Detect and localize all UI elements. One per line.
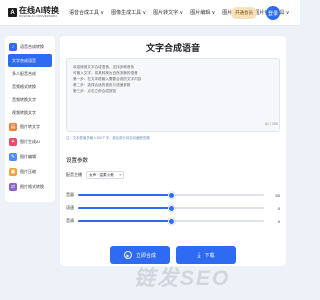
slider-handle[interactable] [167,191,175,199]
speed-slider[interactable] [78,204,264,212]
sidebar-item-ai-image[interactable]: ✦ 图片生成AI [5,134,55,149]
slider-label: 语速 [66,205,74,210]
format-icon: ⇄ [9,182,17,191]
nav-item-voice-tools[interactable]: 语音合成工具 ∨ [69,9,104,16]
page-title: 文字合成语音 [145,43,200,53]
nav-item-image-edit[interactable]: 图片编辑 ∨ [190,9,215,16]
voice-icon: ♪ [9,43,17,51]
main-nav: 语音合成工具 ∨ 图像生成工具 ∨ 图片转文字 ∨ 图片编辑 ∨ 图片压缩 ∨ … [69,9,296,16]
vip-button[interactable]: 开通会员 [231,7,257,19]
pitch-slider-row: 音调 0 [66,217,280,225]
text-line: 第三步：点击立即合成按钮 [73,89,117,93]
nav-item-image-to-text[interactable]: 图片转文字 ∨ [153,9,183,16]
nav-item-image-gen[interactable]: 图像生成工具 ∨ [111,9,146,16]
sidebar-group-label: 语音合成转换 [20,44,44,49]
settings-title: 设置参数 [66,158,89,164]
slider-handle[interactable] [167,204,175,212]
volume-slider[interactable] [78,191,264,199]
slider-handle[interactable] [167,217,175,225]
download-icon: ⤓ [197,251,201,259]
logo-subtitle: ONLINE AI CONVERSION [19,14,57,18]
volume-slider-row: 音量 50 [66,191,280,199]
compress-icon: ▣ [9,167,17,176]
slider-label: 音量 [66,192,74,197]
main-panel: 文字合成语音 欢迎使用文字合成语音，支持多种音色 可输入文字，将其转换为自然流畅… [60,36,286,266]
top-nav-bar: A 在线AI转换 ONLINE AI CONVERSION 语音合成工具 ∨ 图… [0,0,300,26]
sidebar-group-voice[interactable]: ♪ 语音合成转换 [5,40,55,54]
voice-label: 配音主播 [66,172,82,177]
watermark: 链发SEO [134,267,231,290]
play-icon: ▶ [123,251,132,259]
sidebar-item-audio-format[interactable]: 音频格式转换 [5,80,55,93]
slider-value: 0 [277,205,280,211]
voice-select-value: 女声 · 温柔小美 [89,172,114,177]
voice-row: 配音主播 女声 · 温柔小美 ▾ [66,171,124,179]
chevron-down-icon: ▾ [119,173,121,177]
pitch-slider[interactable] [78,217,264,225]
ai-image-icon: ✦ [9,137,17,146]
sidebar-item-audio-to-text[interactable]: 音频转换文字 [5,93,55,106]
sidebar-item-image-format[interactable]: ⇄ 图片格式转换 [5,179,55,194]
logo-mark: A [8,8,17,17]
slider-value: 50 [275,192,280,198]
edit-icon: ✎ [9,152,17,161]
sidebar-item-image-edit[interactable]: ✎ 图片编辑 [5,149,55,164]
sidebar: ♪ 语音合成转换 文字合成语音 多人配音合成 音频格式转换 音频转换文字 视频转… [5,36,55,202]
login-avatar-button[interactable]: 登录 [266,6,280,20]
image-text-icon: ▤ [9,122,17,131]
voice-select[interactable]: 女声 · 温柔小美 ▾ [86,171,124,179]
logo[interactable]: A 在线AI转换 ONLINE AI CONVERSION [8,7,59,18]
sidebar-item-multi-voice[interactable]: 多人配音合成 [5,67,55,80]
sidebar-item-text-to-speech[interactable]: 文字合成语音 [8,54,52,67]
text-input-area[interactable]: 欢迎使用文字合成语音，支持多种音色 可输入文字，将其转换为自然流畅的语音 第一步… [66,58,280,132]
char-counter: 61 / 300 [265,122,278,126]
sidebar-item-image-to-text[interactable]: ▤ 图片转文字 [5,119,55,134]
sidebar-item-image-compress[interactable]: ▣ 图片压缩 [5,164,55,179]
input-hint: 注：文本框最多输入300个字，超出部分将自动截断忽略 [66,136,150,140]
speed-slider-row: 语速 0 [66,204,280,212]
slider-value: 0 [277,218,280,224]
slider-label: 音调 [66,218,74,223]
sidebar-item-video-to-text[interactable]: 视频转换文字 [5,106,55,119]
